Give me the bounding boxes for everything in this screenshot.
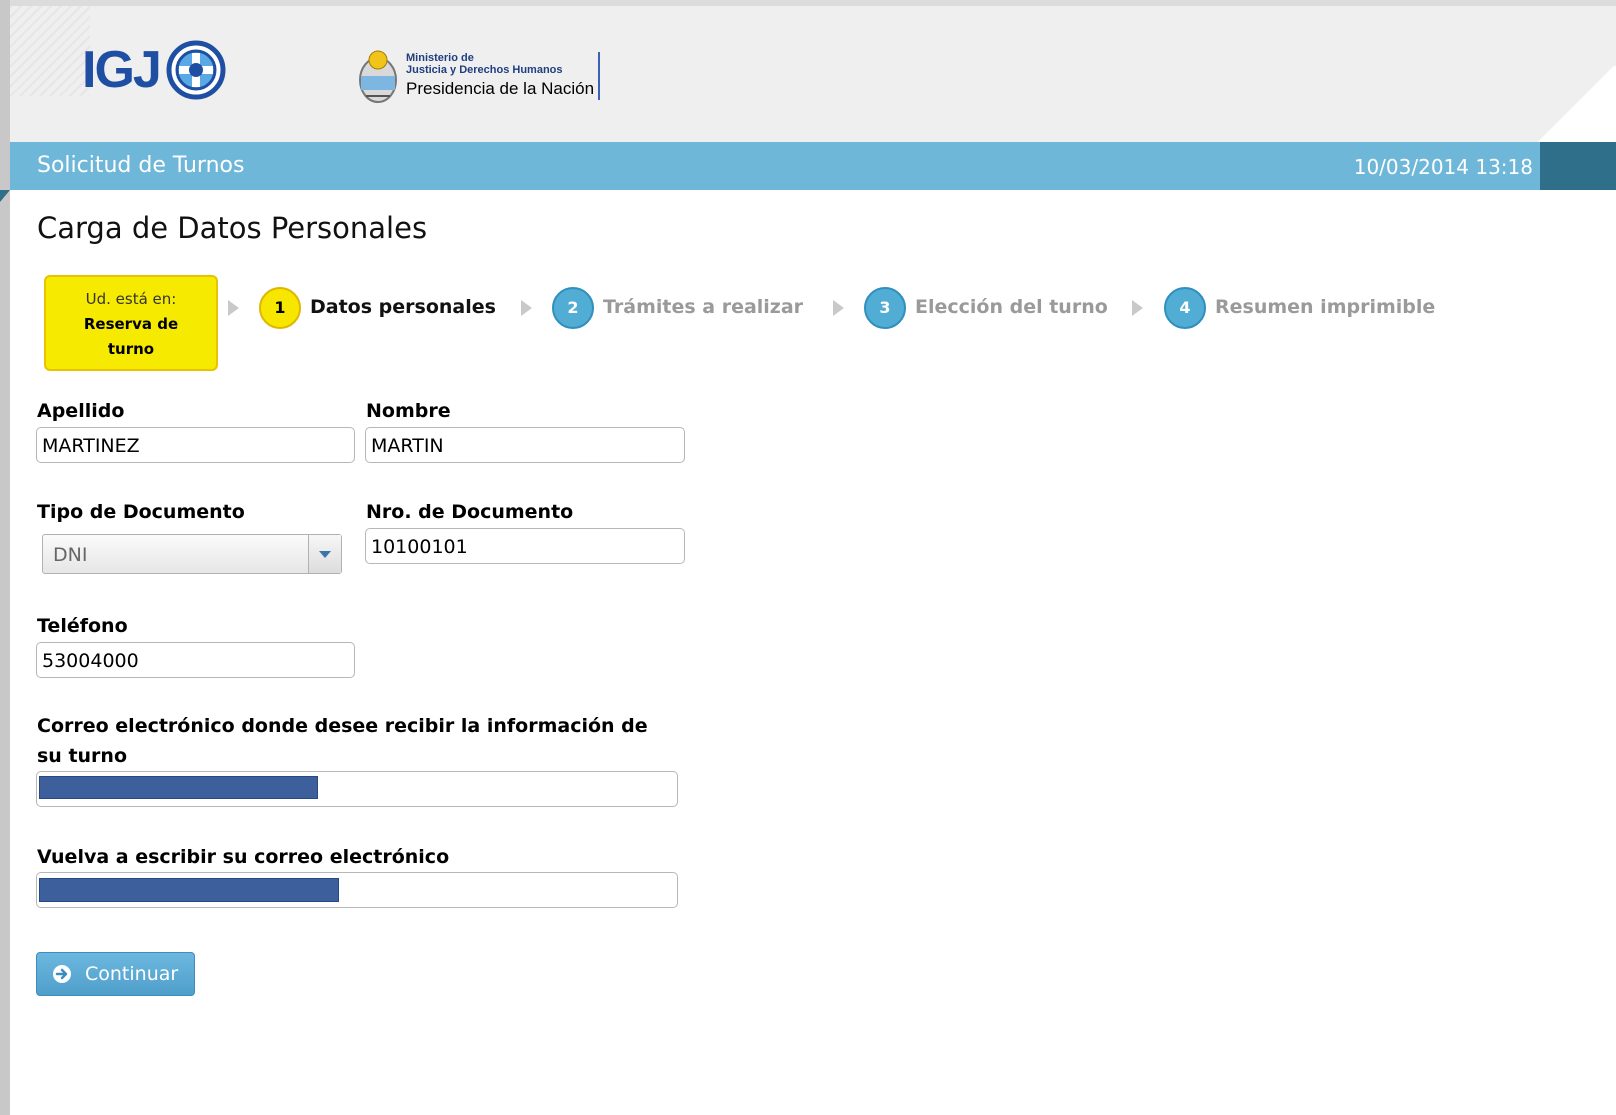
you-are-here-line-1: Ud. está en: [85,290,177,308]
step-arrow-icon [833,300,844,316]
title-bar-end [1540,142,1616,190]
continue-button[interactable]: Continuar [36,952,195,996]
header-fold [1536,66,1616,142]
igj-emblem-icon [166,40,226,100]
tipo-documento-value: DNI [53,544,88,566]
redacted-email [39,776,318,799]
left-rail [0,0,10,1115]
step-arrow-icon [228,300,239,316]
dropdown-button[interactable] [308,535,341,573]
step-arrow-icon [521,300,532,316]
step-arrow-icon [1132,300,1143,316]
nro-documento-label: Nro. de Documento [366,501,574,523]
step-1-number: 1 [259,287,301,329]
apellido-label: Apellido [37,400,125,422]
telefono-input[interactable]: 53004000 [36,642,355,678]
email-confirm-input[interactable] [36,872,678,908]
telefono-label: Teléfono [37,615,128,637]
igj-logo-text: IGJ [82,41,162,99]
redacted-email-confirm [39,878,339,902]
step-1-label: Datos personales [310,296,496,318]
nro-documento-input[interactable]: 10100101 [365,528,685,564]
national-seal-icon [359,50,397,103]
you-are-here-line-2: Reserva de [83,315,179,333]
step-2-label: Trámites a realizar [603,296,804,318]
nombre-label: Nombre [366,400,451,422]
ministry-logo[interactable]: Ministerio de Justicia y Derechos Humano… [356,46,601,110]
arrow-right-circle-icon [53,965,71,983]
step-2-number: 2 [552,287,594,329]
chevron-down-icon [319,551,331,558]
site-header: IGJ Ministerio de Justicia y Derechos Hu… [10,6,1616,142]
email-input[interactable] [36,771,678,807]
ministry-line-2: Justicia y Derechos Humanos [406,64,563,76]
apellido-input[interactable]: MARTINEZ [36,427,355,463]
app-title: Solicitud de Turnos [37,153,245,178]
ministry-line-1: Ministerio de [406,52,474,64]
current-datetime: 10/03/2014 13:18 [1353,155,1533,179]
tipo-documento-label: Tipo de Documento [37,501,245,523]
step-3-number: 3 [864,287,906,329]
step-4-label: Resumen imprimible [1215,296,1436,318]
step-3-label: Elección del turno [915,296,1108,318]
continue-label: Continuar [85,963,179,985]
title-bar: Solicitud de Turnos 10/03/2014 13:18 [0,142,1616,202]
header-decoration [10,6,90,96]
ministry-line-3: Presidencia de la Nación [406,79,595,98]
igj-logo[interactable]: IGJ [82,40,226,100]
tipo-documento-select[interactable]: DNI [42,534,342,574]
email-confirm-label: Vuelva a escribir su correo electrónico [37,846,450,868]
nombre-input[interactable]: MARTIN [365,427,685,463]
email-label-line-2: su turno [37,745,128,767]
step-4-number: 4 [1164,287,1206,329]
you-are-here-badge: Ud. está en: Reserva de turno [44,275,218,371]
title-bar-corner [0,190,10,202]
email-label-line-1: Correo electrónico donde desee recibir l… [37,715,648,737]
page-title: Carga de Datos Personales [37,211,428,245]
you-are-here-line-3: turno [107,340,155,358]
